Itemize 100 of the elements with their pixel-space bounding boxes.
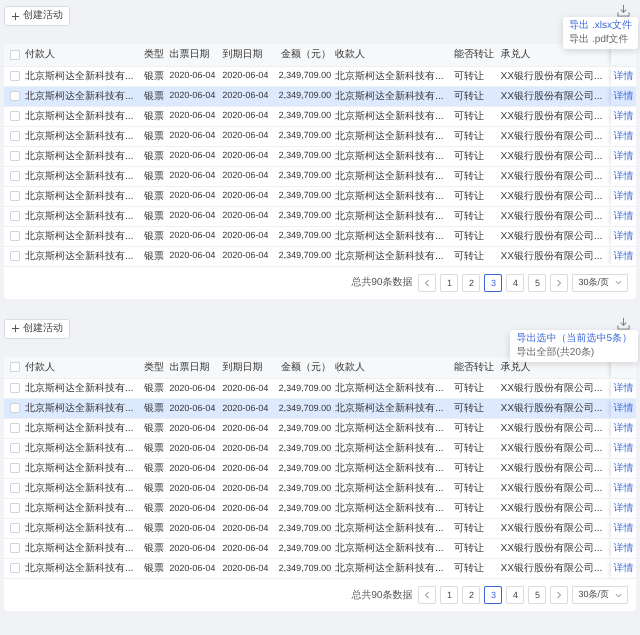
row-checkbox[interactable] xyxy=(10,250,20,261)
table-cell: 2,349,709.00 xyxy=(278,250,332,260)
table-cell: 可转让 xyxy=(454,403,484,414)
table-cell: 2,349,709.00 xyxy=(278,382,332,393)
details-link[interactable]: 详情 xyxy=(613,503,634,514)
table-cell: 2020-06-04 xyxy=(222,522,268,533)
next-page-button[interactable] xyxy=(550,274,568,292)
table-cell: XX银行股份有限公司... xyxy=(500,70,602,82)
table-cell: 2020-06-04 xyxy=(169,250,216,260)
table-cell: 可转让 xyxy=(454,170,484,182)
row-checkbox[interactable] xyxy=(10,523,20,534)
details-link[interactable]: 详情 xyxy=(613,110,634,122)
menu-item[interactable]: 导出 .xlsx文件 xyxy=(563,19,638,33)
details-link[interactable]: 详情 xyxy=(613,463,634,474)
table-cell: XX银行股份有限公司... xyxy=(500,230,602,242)
table-cell: 北京斯柯达全新科技有... xyxy=(25,210,134,222)
row-checkbox[interactable] xyxy=(10,423,20,434)
row-checkbox[interactable] xyxy=(10,170,20,181)
select-all-checkbox[interactable] xyxy=(10,50,20,60)
page-button[interactable]: 4 xyxy=(506,586,524,604)
row-checkbox[interactable] xyxy=(10,190,20,201)
page-button[interactable]: 1 xyxy=(440,586,458,604)
details-link[interactable]: 详情 xyxy=(613,443,634,454)
column-header: 承兑人 xyxy=(500,49,531,60)
row-checkbox[interactable] xyxy=(10,463,20,474)
table-cell: 2020-06-04 xyxy=(222,542,268,553)
table-cell: XX银行股份有限公司... xyxy=(500,250,602,262)
table-cell: 北京斯柯达全新科技有... xyxy=(335,523,444,534)
details-link[interactable]: 详情 xyxy=(613,423,634,434)
row-checkbox[interactable] xyxy=(10,403,20,414)
details-link[interactable]: 详情 xyxy=(613,170,634,182)
row-checkbox[interactable] xyxy=(10,70,20,81)
details-link[interactable]: 详情 xyxy=(613,383,634,394)
table-cell: 2,349,709.00 xyxy=(278,90,332,100)
table-cell: 2020-06-04 xyxy=(222,502,268,513)
table-cell: 北京斯柯达全新科技有... xyxy=(25,563,134,574)
next-page-button[interactable] xyxy=(550,586,568,604)
row-checkbox[interactable] xyxy=(10,110,20,121)
menu-item[interactable]: 导出选中（当前选中5条） xyxy=(510,332,638,346)
table-cell: 2020-06-04 xyxy=(169,150,216,160)
column-header: 出票日期 xyxy=(169,49,210,60)
page-button[interactable]: 4 xyxy=(506,274,524,292)
row-checkbox[interactable] xyxy=(10,543,20,554)
row-checkbox[interactable] xyxy=(10,563,20,574)
table-cell: 银票 xyxy=(144,483,164,494)
table-cell: 2020-06-04 xyxy=(169,502,216,513)
row-checkbox[interactable] xyxy=(10,443,20,454)
prev-page-button[interactable] xyxy=(418,274,436,292)
details-link[interactable]: 详情 xyxy=(613,190,634,202)
page-button[interactable]: 2 xyxy=(462,274,480,292)
table-cell: 2,349,709.00 xyxy=(278,210,332,220)
details-link[interactable]: 详情 xyxy=(613,563,634,574)
row-checkbox[interactable] xyxy=(10,503,20,514)
table-cell: 银票 xyxy=(144,563,164,574)
page-size-select[interactable]: 30条/页 xyxy=(572,274,628,292)
table-cell: 银票 xyxy=(144,70,164,82)
page-button[interactable]: 2 xyxy=(462,586,480,604)
row-checkbox[interactable] xyxy=(10,90,20,101)
page-button[interactable]: 3 xyxy=(484,274,502,292)
table-cell: 2,349,709.00 xyxy=(278,110,332,120)
page-size-select[interactable]: 30条/页 xyxy=(572,586,628,604)
page-button[interactable]: 5 xyxy=(528,586,546,604)
row-checkbox[interactable] xyxy=(10,230,20,241)
table-cell: 2,349,709.00 xyxy=(278,422,332,433)
prev-page-button[interactable] xyxy=(418,586,436,604)
menu-item[interactable]: 导出 .pdf文件 xyxy=(563,33,638,47)
row-checkbox[interactable] xyxy=(10,150,20,161)
row-checkbox[interactable] xyxy=(10,210,20,221)
details-link[interactable]: 详情 xyxy=(613,130,634,142)
column-header: 承兑人 xyxy=(500,362,531,373)
table-cell: 北京斯柯达全新科技有... xyxy=(335,110,444,122)
table-cell: XX银行股份有限公司... xyxy=(500,90,602,102)
table-cell: 可转让 xyxy=(454,543,484,554)
details-link[interactable]: 详情 xyxy=(613,230,634,242)
page-button[interactable]: 1 xyxy=(440,274,458,292)
table-cell: 2020-06-04 xyxy=(222,130,268,140)
download-icon[interactable] xyxy=(617,316,630,330)
table-cell: 北京斯柯达全新科技有... xyxy=(25,443,134,454)
download-icon[interactable] xyxy=(617,4,630,17)
table-cell: 北京斯柯达全新科技有... xyxy=(25,190,134,202)
row-checkbox[interactable] xyxy=(10,130,20,141)
table-cell: 可转让 xyxy=(454,210,484,222)
row-checkbox[interactable] xyxy=(10,483,20,494)
details-link[interactable]: 详情 xyxy=(613,250,634,262)
page-button[interactable]: 3 xyxy=(484,586,502,604)
details-link[interactable]: 详情 xyxy=(613,150,634,162)
details-link[interactable]: 详情 xyxy=(613,523,634,534)
menu-item[interactable]: 导出全部(共20条) xyxy=(510,346,638,360)
table-cell: 2020-06-04 xyxy=(222,562,268,573)
details-link[interactable]: 详情 xyxy=(613,70,634,82)
create-button[interactable]: 创建活动 xyxy=(4,6,70,26)
row-checkbox[interactable] xyxy=(10,383,20,394)
page-button[interactable]: 5 xyxy=(528,274,546,292)
table-cell: 银票 xyxy=(144,403,164,414)
details-link[interactable]: 详情 xyxy=(613,483,634,494)
table-cell: 银票 xyxy=(144,90,164,102)
select-all-checkbox[interactable] xyxy=(10,362,20,372)
details-link[interactable]: 详情 xyxy=(613,210,634,222)
create-button[interactable]: 创建活动 xyxy=(4,318,70,338)
details-link[interactable]: 详情 xyxy=(613,543,634,554)
